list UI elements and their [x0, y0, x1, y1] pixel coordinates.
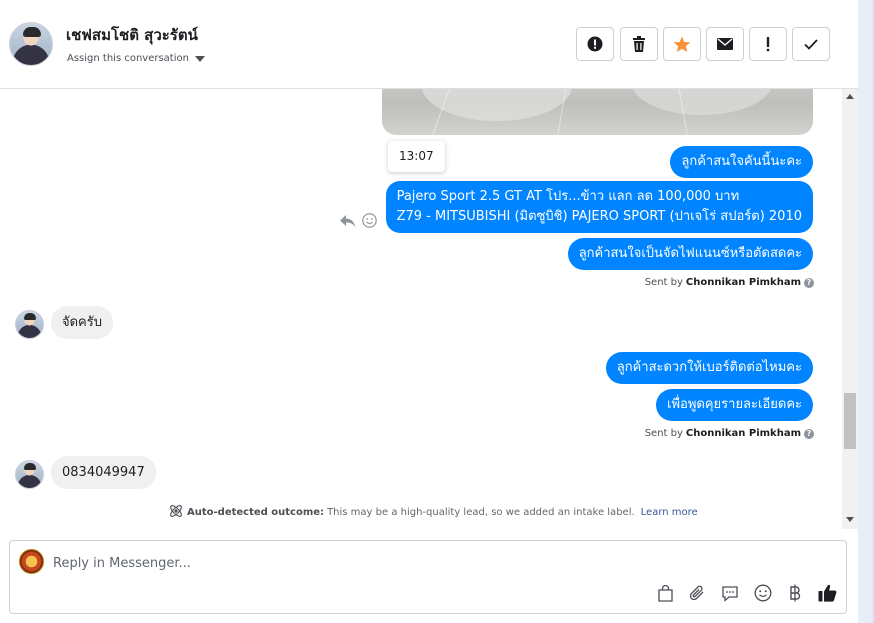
message-outgoing[interactable]: ลูกค้าสนใจเป็นจัดไฟแนนซ์หรือตัดสดคะ [567, 238, 813, 270]
paperclip-icon[interactable] [687, 583, 707, 603]
assign-conversation-dropdown[interactable]: Assign this conversation [67, 53, 205, 64]
message-line: Z79 - MITSUBISHI (มิตซูบิชิ) PAJERO SPOR… [396, 209, 802, 224]
message-outgoing[interactable]: ลูกค้าสะดวกให้เบอร์ติดต่อไหมคะ [605, 352, 813, 384]
help-icon[interactable]: ? [804, 428, 814, 439]
outcome-text: This may be a high-quality lead, so we a… [327, 507, 635, 518]
page-avatar [19, 549, 44, 574]
react-emoji-icon[interactable] [362, 213, 377, 232]
contact-avatar-small[interactable] [15, 460, 44, 489]
envelope-icon [717, 38, 733, 50]
trash-icon [632, 36, 646, 52]
shared-photo-attachment[interactable] [382, 89, 813, 135]
message-outgoing[interactable]: Pajero Sport 2.5 GT AT โปร...ข้าว แลก ลด… [385, 181, 813, 233]
message-line: Pajero Sport 2.5 GT AT โปร...ข้าว แลก ลด… [396, 189, 740, 204]
outcome-label: Auto-detected outcome: [187, 507, 325, 518]
star-icon [673, 36, 691, 53]
learn-more-link[interactable]: Learn more [641, 507, 698, 518]
thumbs-up-icon[interactable] [817, 583, 837, 603]
sent-by-label: Sent by Chonnikan Pimkham ? [645, 277, 814, 288]
timestamp-tooltip: 13:07 [388, 141, 445, 172]
scroll-up-arrow-icon[interactable] [846, 94, 854, 99]
star-button[interactable] [663, 27, 701, 61]
sender-name[interactable]: Chonnikan Pimkham [686, 277, 801, 288]
contact-avatar-small[interactable] [15, 310, 44, 339]
mark-done-button[interactable] [792, 27, 830, 61]
sender-name[interactable]: Chonnikan Pimkham [686, 428, 801, 439]
assign-label: Assign this conversation [67, 53, 189, 64]
shopping-bag-icon[interactable] [655, 583, 675, 603]
reply-composer [9, 540, 847, 614]
reply-input[interactable] [53, 553, 653, 573]
contact-avatar[interactable] [9, 22, 53, 66]
contact-name[interactable]: เชฟสมโชติ สุวะรัตน์ [66, 23, 198, 47]
baht-icon[interactable] [785, 583, 805, 603]
atom-icon [168, 503, 184, 522]
auto-detected-outcome: Auto-detected outcome: This may be a hig… [168, 503, 698, 522]
mark-spam-button[interactable] [576, 27, 614, 61]
message-incoming[interactable]: 0834049947 [51, 456, 156, 489]
sent-by-prefix: Sent by [644, 428, 683, 439]
inbox-conversation-panel: เชฟสมโชติ สุวะรัตน์ Assign this conversa… [0, 0, 874, 623]
sent-by-label: Sent by Chonnikan Pimkham ? [645, 428, 814, 439]
check-icon [804, 38, 818, 50]
reply-icon[interactable] [339, 213, 356, 232]
window-edge [858, 0, 874, 623]
alert-circle-icon [587, 36, 603, 52]
exclamation-icon [765, 36, 771, 52]
conversation-header: เชฟสมโชติ สุวะรัตน์ Assign this conversa… [0, 0, 858, 89]
help-icon[interactable]: ? [804, 277, 814, 288]
scrollbar-thumb[interactable] [844, 393, 856, 449]
message-actions [339, 213, 377, 232]
delete-button[interactable] [620, 27, 658, 61]
message-incoming[interactable]: จัดครับ [51, 306, 113, 339]
emoji-icon[interactable] [753, 583, 773, 603]
sent-by-prefix: Sent by [644, 277, 683, 288]
chevron-down-icon [194, 55, 205, 62]
follow-up-button[interactable] [749, 27, 787, 61]
saved-reply-icon[interactable] [720, 583, 740, 603]
mark-unread-button[interactable] [706, 27, 744, 61]
message-outgoing[interactable]: ลูกค้าสนใจคันนี้นะคะ [670, 146, 813, 178]
message-thread: 13:07 ลูกค้าสนใจคันนี้นะคะ Pajero Sport … [0, 89, 842, 529]
message-outgoing[interactable]: เพื่อพูดคุยรายละเอียดคะ [656, 389, 813, 421]
scroll-down-arrow-icon[interactable] [846, 517, 854, 522]
thread-scrollbar[interactable] [842, 89, 858, 529]
